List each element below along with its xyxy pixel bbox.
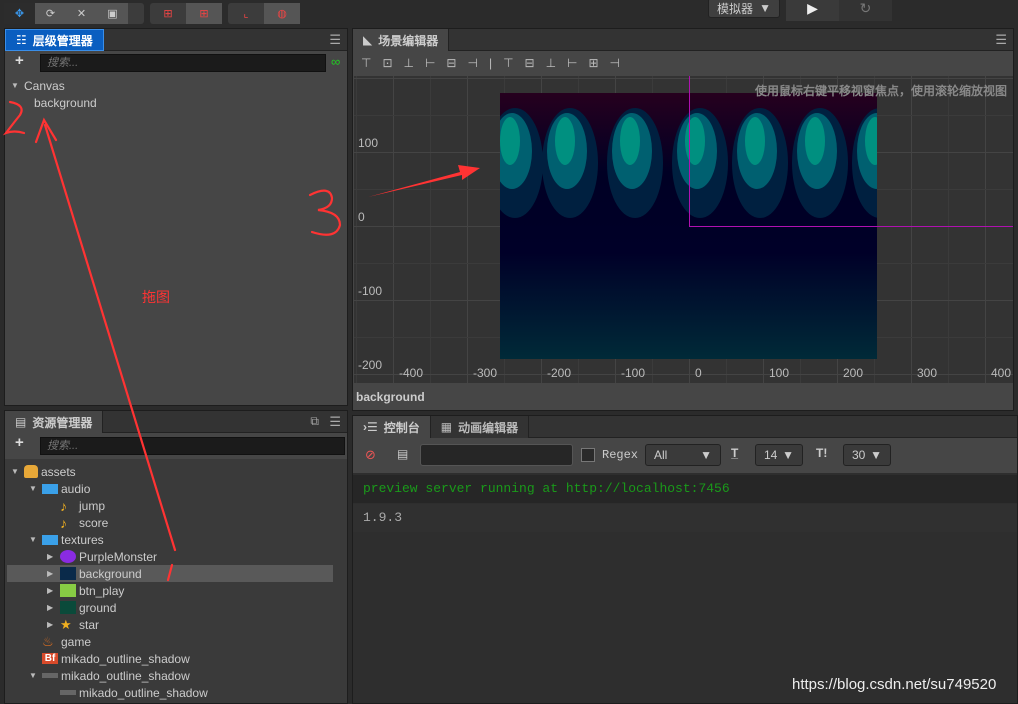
annotation-number-3 <box>308 189 342 236</box>
annotation-arrow-1 <box>43 123 177 552</box>
annotation-arrow-2 <box>368 165 480 197</box>
annotation-number-2 <box>2 100 26 136</box>
annotation-number-1 <box>166 563 174 582</box>
annotation-text: 拖图 <box>142 289 170 305</box>
annotation-layer: 拖图 <box>2 100 480 582</box>
